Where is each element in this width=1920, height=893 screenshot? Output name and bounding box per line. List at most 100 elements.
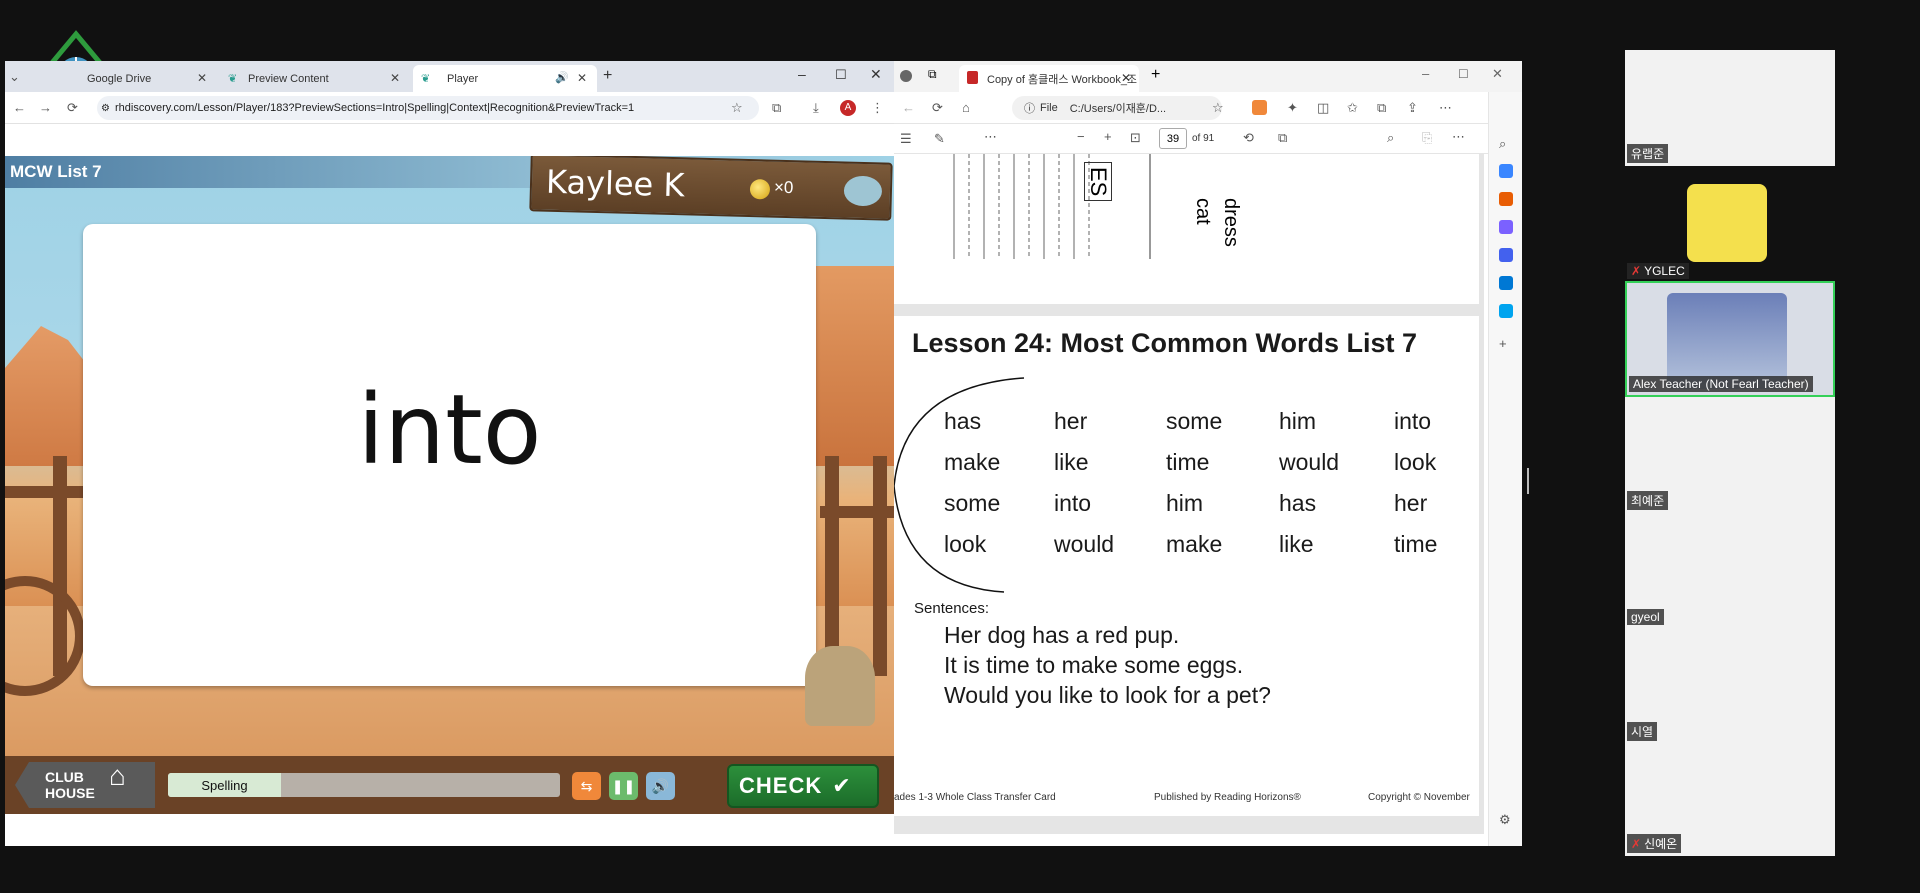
pause-button[interactable]: ❚❚ bbox=[609, 772, 638, 800]
maximize-button[interactable]: ☐ bbox=[835, 67, 847, 83]
back-icon[interactable]: ← bbox=[13, 100, 26, 115]
audio-button[interactable]: 🔊 bbox=[646, 772, 675, 800]
sentence: Would you like to look for a pet? bbox=[944, 682, 1271, 708]
close-icon[interactable]: ✕ bbox=[577, 71, 587, 85]
shopping-icon[interactable] bbox=[1499, 192, 1513, 206]
house-icon[interactable] bbox=[843, 175, 883, 207]
grid-word: look bbox=[944, 531, 987, 557]
add-icon[interactable]: + bbox=[1499, 336, 1507, 351]
search-icon[interactable]: ⌕ bbox=[1387, 130, 1394, 146]
grid-word: would bbox=[1054, 531, 1115, 557]
checkmark-icon: ✔ bbox=[832, 773, 852, 798]
zoom-out-button[interactable]: − bbox=[1077, 129, 1085, 144]
tab-pdf-workbook[interactable]: Copy of 홈클래스 Workbook_조 ✕ bbox=[959, 65, 1139, 92]
page-number-input[interactable]: 39 bbox=[1159, 128, 1187, 149]
lesson-title: Lesson 24: Most Common Words List 7 bbox=[912, 328, 1418, 358]
target-word: into bbox=[357, 374, 542, 486]
grid-word: some bbox=[1166, 408, 1223, 434]
rotate-icon[interactable]: ⟲ bbox=[1243, 130, 1254, 146]
split-handle[interactable] bbox=[1527, 468, 1529, 494]
participant-tile[interactable]: 시열 bbox=[1625, 628, 1835, 744]
participant-tile[interactable]: ✗ YGLEC bbox=[1625, 166, 1835, 282]
player-controls: CLUB HOUSE ⌂ Spelling ⇆ ❚❚ 🔊 CHECK ✔ bbox=[5, 756, 894, 814]
games-icon[interactable] bbox=[1499, 220, 1513, 234]
tab-google-drive[interactable]: Google Drive ✕ bbox=[27, 65, 217, 92]
share-icon[interactable]: ⇪ bbox=[1407, 100, 1418, 116]
sentence: It is time to make some eggs. bbox=[944, 652, 1244, 678]
edge-sidebar: ⌕ + ⚙ bbox=[1488, 92, 1522, 846]
tab-label: Preview Content bbox=[248, 72, 329, 85]
pdf-viewer[interactable]: ES dress cat Lesson 24: Most Common Word… bbox=[894, 154, 1484, 834]
send-icon[interactable] bbox=[1499, 304, 1513, 318]
minimize-button[interactable]: – bbox=[1422, 66, 1429, 81]
pdf-tab-strip: ⧉ Copy of 홈클래스 Workbook_조 ✕ + – ☐ ✕ bbox=[894, 61, 1522, 92]
menu-dots-icon[interactable]: ⋯ bbox=[1439, 100, 1452, 116]
close-window-button[interactable]: ✕ bbox=[870, 66, 882, 83]
search-icon[interactable]: ⌕ bbox=[1499, 136, 1506, 152]
participant-tile-active[interactable]: Alex Teacher (Not Fearl Teacher) bbox=[1625, 281, 1835, 397]
participant-name: ✗ 신예온 bbox=[1627, 834, 1682, 853]
speaker-icon[interactable]: 🔊 bbox=[555, 71, 569, 84]
star-icon[interactable]: ☆ bbox=[1212, 100, 1224, 116]
participant-tile[interactable]: ✗ 신예온 bbox=[1625, 743, 1835, 856]
mic-muted-icon: ✗ bbox=[1631, 837, 1642, 851]
contents-icon[interactable]: ☰ bbox=[900, 131, 912, 147]
tab-actions-icon[interactable]: ⧉ bbox=[928, 67, 937, 82]
draw-icon[interactable]: ✎ bbox=[934, 131, 945, 147]
download-icon[interactable]: ⤓ bbox=[813, 100, 819, 116]
extensions-icon[interactable]: ✦ bbox=[1287, 100, 1298, 116]
participant-tile[interactable]: 최예준 bbox=[1625, 397, 1835, 513]
tab-preview-content[interactable]: ❦ Preview Content ✕ bbox=[220, 65, 410, 92]
minimize-button[interactable]: – bbox=[798, 66, 806, 82]
bookmark-star-icon[interactable]: ☆ bbox=[731, 100, 743, 116]
tag-icon[interactable] bbox=[1499, 164, 1513, 178]
new-tab-button[interactable]: + bbox=[1151, 66, 1160, 84]
tab-player[interactable]: ❦ Player 🔊 ✕ bbox=[413, 65, 597, 92]
maximize-button[interactable]: ☐ bbox=[1458, 67, 1469, 81]
more-options-icon[interactable]: ⋯ bbox=[1452, 129, 1465, 145]
check-button[interactable]: CHECK ✔ bbox=[727, 764, 879, 808]
forward-icon[interactable]: → bbox=[39, 100, 52, 115]
profile-icon[interactable] bbox=[900, 70, 912, 82]
outlook-icon[interactable] bbox=[1499, 276, 1513, 290]
split-view-icon[interactable]: ◫ bbox=[1317, 100, 1329, 116]
fit-page-icon[interactable]: ⊡ bbox=[1130, 130, 1141, 146]
more-icon[interactable]: ⋯ bbox=[984, 129, 997, 145]
new-tab-button[interactable]: + bbox=[603, 67, 612, 85]
close-icon[interactable]: ✕ bbox=[197, 71, 207, 85]
close-icon[interactable]: ✕ bbox=[390, 71, 400, 85]
grid-word: her bbox=[1394, 490, 1428, 516]
collections-icon[interactable]: ⧉ bbox=[1377, 100, 1386, 116]
tools-icon[interactable] bbox=[1499, 248, 1513, 262]
close-window-button[interactable]: ✕ bbox=[1492, 66, 1503, 82]
participant-tile[interactable]: 유랩준 bbox=[1625, 50, 1835, 166]
participant-tile[interactable]: gyeol bbox=[1625, 512, 1835, 628]
clubhouse-button[interactable]: CLUB HOUSE ⌂ bbox=[15, 762, 155, 808]
reload-icon[interactable]: ⟳ bbox=[67, 100, 78, 116]
page-view-icon[interactable]: ⧉ bbox=[1278, 130, 1287, 146]
site-info-icon[interactable]: ⚙ bbox=[101, 103, 110, 114]
info-icon: ⓘ bbox=[1024, 103, 1035, 115]
mic-muted-icon: ✗ bbox=[1631, 264, 1642, 278]
fence-rail bbox=[5, 486, 85, 498]
tab-search-icon[interactable]: ⌄ bbox=[9, 69, 20, 85]
browser-toolbar: ← → ⟳ ⚙ rhdiscovery.com/Lesson/Player/18… bbox=[5, 92, 894, 124]
back-icon[interactable]: ← bbox=[902, 100, 915, 115]
profile-avatar[interactable]: A bbox=[840, 100, 856, 116]
save-icon[interactable]: ⎘ bbox=[1422, 130, 1432, 146]
extensions-icon[interactable]: ⧉ bbox=[772, 100, 781, 116]
pdf-url-bar[interactable]: ⓘ File C:/Users/이재훈/D... bbox=[1012, 96, 1222, 120]
close-icon[interactable]: ✕ bbox=[1121, 71, 1131, 85]
extension-badge-icon[interactable] bbox=[1252, 100, 1267, 115]
participant-name: 유랩준 bbox=[1627, 144, 1669, 163]
zoom-in-button[interactable]: + bbox=[1104, 129, 1112, 144]
url-bar[interactable]: ⚙ rhdiscovery.com/Lesson/Player/183?Prev… bbox=[97, 96, 759, 120]
menu-kebab-icon[interactable]: ⋮ bbox=[871, 100, 884, 116]
rewind-button[interactable]: ⇆ bbox=[572, 772, 601, 800]
tab-label: Copy of 홈클래스 Workbook_조 bbox=[987, 73, 1138, 86]
home-icon[interactable]: ⌂ bbox=[962, 100, 970, 115]
settings-gear-icon[interactable]: ⚙ bbox=[1499, 812, 1511, 828]
reload-icon[interactable]: ⟳ bbox=[932, 100, 943, 116]
pdf-previous-page: ES dress cat bbox=[894, 154, 1479, 304]
favorites-icon[interactable]: ✩ bbox=[1347, 100, 1358, 116]
